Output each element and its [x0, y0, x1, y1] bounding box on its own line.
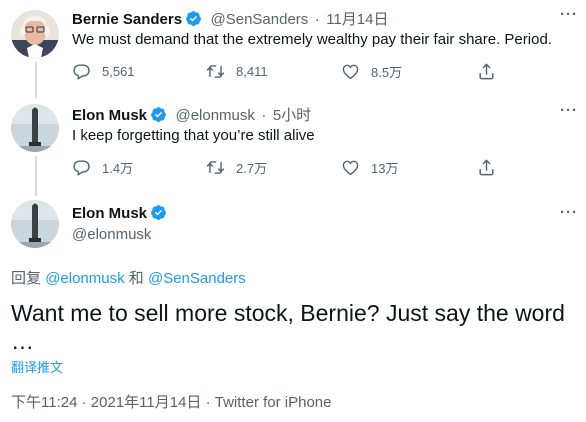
reply-count: 1.4万: [102, 161, 134, 176]
main-tweet-author: Elon Musk: [72, 204, 167, 223]
verified-badge-icon: [186, 11, 201, 26]
retweet-count: 8,411: [236, 64, 268, 79]
tweet-time[interactable]: 11月14日: [326, 11, 388, 28]
tweet-text: We must demand that the extremely wealth…: [72, 31, 552, 48]
like-count: 8.5万: [371, 65, 403, 80]
avatar[interactable]: [11, 104, 59, 152]
tweet-timestamp[interactable]: 下午11:24: [11, 394, 77, 411]
heart-icon: [342, 160, 359, 176]
like-button[interactable]: 8.5万: [341, 62, 402, 81]
share-icon: [479, 159, 494, 176]
tweet-header: Elon Musk @elonmusk · 5小时: [72, 104, 311, 125]
avatar[interactable]: [11, 200, 59, 248]
author-handle[interactable]: @elonmusk: [72, 226, 151, 243]
thread-line: [35, 62, 37, 98]
more-options-icon[interactable]: ···: [560, 204, 578, 221]
more-options-icon[interactable]: ···: [560, 6, 578, 23]
avatar[interactable]: [11, 10, 59, 58]
reply-count: 5,561: [102, 64, 135, 79]
share-button[interactable]: [477, 62, 507, 81]
thread-line: [35, 156, 37, 196]
reply-and: 和: [128, 270, 144, 287]
reply-icon: [73, 64, 90, 80]
author-handle[interactable]: @SenSanders: [211, 11, 309, 28]
retweet-icon: [206, 161, 225, 174]
retweet-icon: [206, 65, 225, 78]
verified-badge-icon: [151, 205, 166, 220]
more-options-icon[interactable]: ···: [560, 102, 578, 119]
main-tweet-text: Want me to sell more stock, Bernie? Just…: [11, 300, 565, 326]
replying-to: 回复 @elonmusk 和 @SenSanders: [11, 267, 246, 288]
retweet-button[interactable]: 8,411: [206, 62, 268, 81]
separator-dot: ·: [81, 394, 87, 411]
tweet-header: Bernie Sanders @SenSanders · 11月14日: [72, 8, 388, 29]
author-name[interactable]: Elon Musk: [72, 205, 147, 222]
like-count: 13万: [371, 161, 399, 176]
mention-link[interactable]: @SenSanders: [148, 270, 246, 287]
author-handle[interactable]: @elonmusk: [175, 107, 254, 124]
verified-badge-icon: [151, 107, 166, 122]
retweet-button[interactable]: 2.7万: [206, 158, 267, 177]
author-name[interactable]: Bernie Sanders: [72, 11, 182, 28]
share-button[interactable]: [477, 158, 507, 177]
reply-button[interactable]: 5,561: [72, 62, 135, 81]
separator-dot: ·: [314, 11, 320, 28]
reply-button[interactable]: 1.4万: [72, 158, 133, 177]
retweet-count: 2.7万: [236, 161, 268, 176]
tweet-date[interactable]: 2021年11月14日: [91, 394, 202, 411]
tweet-text: I keep forgetting that you’re still aliv…: [72, 127, 315, 144]
author-name[interactable]: Elon Musk: [72, 107, 147, 124]
share-icon: [479, 63, 494, 80]
translate-tweet-link[interactable]: 翻译推文: [11, 357, 63, 376]
separator-dot: ·: [205, 394, 211, 411]
main-tweet-text-ellipsis: …: [11, 328, 34, 354]
heart-icon: [342, 64, 359, 80]
separator-dot: ·: [261, 107, 267, 124]
mention-link[interactable]: @elonmusk: [45, 270, 124, 287]
tweet-time[interactable]: 5小时: [273, 107, 311, 124]
reply-icon: [73, 160, 90, 176]
tweet-source[interactable]: Twitter for iPhone: [215, 394, 332, 411]
like-button[interactable]: 13万: [341, 158, 398, 177]
reply-prefix: 回复: [11, 270, 42, 287]
tweet-metadata: 下午11:24 · 2021年11月14日 · Twitter for iPho…: [11, 391, 331, 412]
